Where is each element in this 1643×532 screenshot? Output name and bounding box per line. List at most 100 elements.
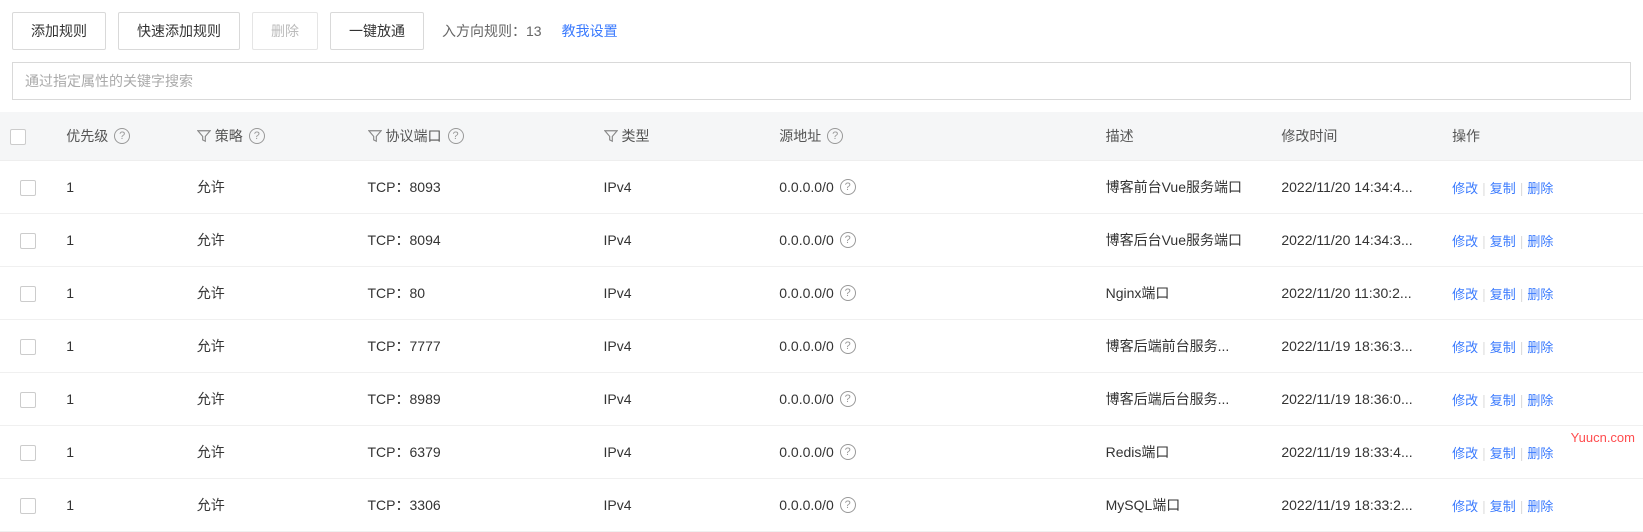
filter-icon[interactable] [368, 129, 382, 143]
delete-link[interactable]: 删除 [1527, 446, 1553, 461]
type-cell: IPv4 [604, 179, 632, 195]
row-checkbox[interactable] [20, 286, 36, 302]
one-click-allow-button[interactable]: 一键放通 [330, 12, 424, 50]
delete-link[interactable]: 删除 [1527, 287, 1553, 302]
policy-cell: 允许 [197, 232, 225, 248]
delete-link[interactable]: 删除 [1527, 499, 1553, 514]
help-icon[interactable]: ? [840, 179, 856, 195]
copy-link[interactable]: 复制 [1490, 287, 1516, 302]
help-icon[interactable]: ? [249, 128, 265, 144]
select-all-checkbox[interactable] [10, 129, 26, 145]
help-icon[interactable]: ? [827, 128, 843, 144]
table-row: 1允许TCP：6379IPv40.0.0.0/0?Redis端口2022/11/… [0, 426, 1643, 479]
modify-link[interactable]: 修改 [1452, 287, 1478, 302]
protocol-cell: TCP：8093 [368, 179, 441, 195]
delete-link[interactable]: 删除 [1527, 340, 1553, 355]
protocol-cell: TCP：6379 [368, 444, 441, 460]
desc-cell: Nginx端口 [1106, 283, 1170, 303]
priority-cell: 1 [66, 444, 74, 460]
delete-button: 删除 [252, 12, 318, 50]
copy-link[interactable]: 复制 [1490, 446, 1516, 461]
modify-link[interactable]: 修改 [1452, 234, 1478, 249]
policy-cell: 允许 [197, 285, 225, 301]
action-header: 操作 [1452, 128, 1480, 144]
desc-cell: 博客前台Vue服务端口 [1106, 177, 1242, 197]
type-cell: IPv4 [604, 497, 632, 513]
source-cell: 0.0.0.0/0 [779, 232, 834, 248]
row-checkbox[interactable] [20, 180, 36, 196]
priority-cell: 1 [66, 232, 74, 248]
inbound-rules-label: 入方向规则：13 [442, 21, 542, 41]
priority-cell: 1 [66, 338, 74, 354]
rules-table: 优先级 ? 策略 ? 协议端口 ? [0, 112, 1643, 532]
type-cell: IPv4 [604, 444, 632, 460]
copy-link[interactable]: 复制 [1490, 234, 1516, 249]
priority-cell: 1 [66, 391, 74, 407]
time-cell: 2022/11/20 14:34:4... [1281, 179, 1412, 195]
copy-link[interactable]: 复制 [1490, 393, 1516, 408]
help-icon[interactable]: ? [448, 128, 464, 144]
protocol-cell: TCP：7777 [368, 338, 441, 354]
filter-icon[interactable] [604, 129, 618, 143]
row-checkbox[interactable] [20, 498, 36, 514]
time-cell: 2022/11/20 11:30:2... [1281, 285, 1411, 301]
copy-link[interactable]: 复制 [1490, 340, 1516, 355]
desc-cell: 博客后端前台服务... [1106, 336, 1230, 356]
policy-cell: 允许 [197, 179, 225, 195]
type-cell: IPv4 [604, 285, 632, 301]
desc-cell: MySQL端口 [1106, 495, 1181, 515]
copy-link[interactable]: 复制 [1490, 499, 1516, 514]
source-header: 源地址 [779, 126, 821, 146]
guide-link[interactable]: 教我设置 [562, 21, 618, 41]
modify-link[interactable]: 修改 [1452, 499, 1478, 514]
policy-cell: 允许 [197, 444, 225, 460]
source-cell: 0.0.0.0/0 [779, 497, 834, 513]
delete-link[interactable]: 删除 [1527, 181, 1553, 196]
desc-cell: Redis端口 [1106, 442, 1170, 462]
help-icon[interactable]: ? [840, 232, 856, 248]
row-checkbox[interactable] [20, 392, 36, 408]
modify-link[interactable]: 修改 [1452, 181, 1478, 196]
delete-link[interactable]: 删除 [1527, 393, 1553, 408]
table-row: 1允许TCP：7777IPv40.0.0.0/0?博客后端前台服务...2022… [0, 320, 1643, 373]
row-checkbox[interactable] [20, 339, 36, 355]
time-cell: 2022/11/20 14:34:3... [1281, 232, 1412, 248]
filter-icon[interactable] [197, 129, 211, 143]
table-row: 1允许TCP：80IPv40.0.0.0/0?Nginx端口2022/11/20… [0, 267, 1643, 320]
source-cell: 0.0.0.0/0 [779, 179, 834, 195]
copy-link[interactable]: 复制 [1490, 181, 1516, 196]
type-cell: IPv4 [604, 232, 632, 248]
help-icon[interactable]: ? [840, 497, 856, 513]
table-header-row: 优先级 ? 策略 ? 协议端口 ? [0, 112, 1643, 161]
delete-link[interactable]: 删除 [1527, 234, 1553, 249]
policy-cell: 允许 [197, 338, 225, 354]
type-cell: IPv4 [604, 391, 632, 407]
time-cell: 2022/11/19 18:36:3... [1281, 338, 1412, 354]
protocol-cell: TCP：80 [368, 285, 426, 301]
policy-cell: 允许 [197, 497, 225, 513]
modify-link[interactable]: 修改 [1452, 393, 1478, 408]
add-rule-button[interactable]: 添加规则 [12, 12, 106, 50]
help-icon[interactable]: ? [840, 338, 856, 354]
help-icon[interactable]: ? [840, 285, 856, 301]
help-icon[interactable]: ? [840, 444, 856, 460]
modify-link[interactable]: 修改 [1452, 446, 1478, 461]
policy-cell: 允许 [197, 391, 225, 407]
priority-cell: 1 [66, 285, 74, 301]
time-cell: 2022/11/19 18:33:2... [1281, 497, 1412, 513]
time-cell: 2022/11/19 18:36:0... [1281, 391, 1412, 407]
row-checkbox[interactable] [20, 233, 36, 249]
time-cell: 2022/11/19 18:33:4... [1281, 444, 1412, 460]
policy-header: 策略 [215, 126, 243, 146]
help-icon[interactable]: ? [114, 128, 130, 144]
help-icon[interactable]: ? [840, 391, 856, 407]
protocol-cell: TCP：8094 [368, 232, 441, 248]
modify-link[interactable]: 修改 [1452, 340, 1478, 355]
priority-cell: 1 [66, 179, 74, 195]
desc-cell: 博客后台Vue服务端口 [1106, 230, 1242, 250]
quick-add-rule-button[interactable]: 快速添加规则 [118, 12, 240, 50]
protocol-header: 协议端口 [386, 126, 442, 146]
search-input[interactable] [12, 62, 1631, 100]
source-cell: 0.0.0.0/0 [779, 391, 834, 407]
row-checkbox[interactable] [20, 445, 36, 461]
